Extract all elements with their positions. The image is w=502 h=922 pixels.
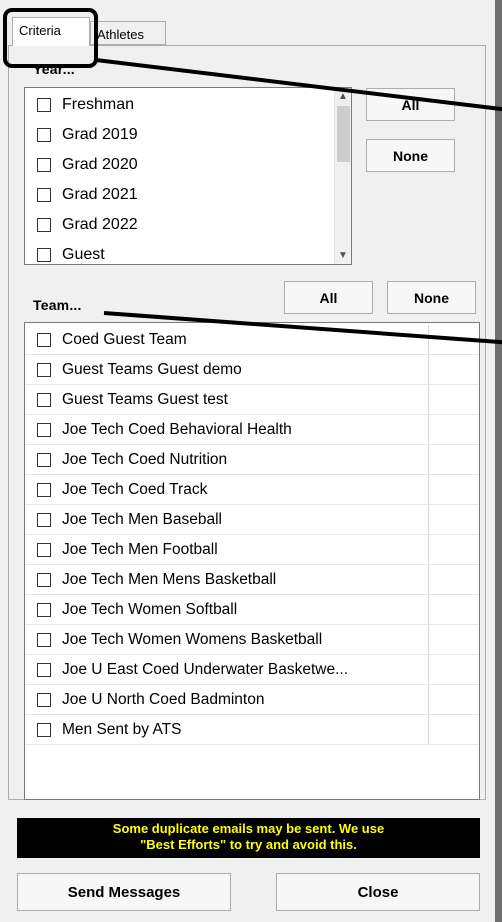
year-item-label: Grad 2019	[62, 126, 138, 143]
column-divider	[428, 535, 429, 564]
year-list-item[interactable]: Grad 2019	[25, 120, 351, 150]
checkbox[interactable]	[37, 188, 51, 202]
column-divider	[428, 715, 429, 744]
team-list-item[interactable]: Guest Teams Guest demo	[25, 355, 479, 385]
team-item-label: Guest Teams Guest test	[62, 390, 228, 408]
checkbox[interactable]	[37, 248, 51, 262]
column-divider	[428, 565, 429, 594]
scroll-down-icon[interactable]: ▼	[335, 247, 351, 264]
checkbox[interactable]	[37, 632, 51, 647]
team-item-label: Joe Tech Coed Nutrition	[62, 450, 228, 468]
team-list-item[interactable]: Coed Guest Team	[25, 325, 479, 355]
team-list-item[interactable]: Joe Tech Men Baseball	[25, 505, 479, 535]
checkbox[interactable]	[37, 722, 51, 737]
year-list-item[interactable]: Grad 2021	[25, 180, 351, 210]
duplicate-email-warning: Some duplicate emails may be sent. We us…	[17, 818, 480, 858]
close-button[interactable]: Close	[276, 873, 480, 911]
team-list-item[interactable]: Joe U North Coed Badminton	[25, 685, 479, 715]
team-item-label: Joe Tech Men Baseball	[62, 510, 222, 528]
team-item-label: Joe U North Coed Badminton	[62, 690, 265, 708]
checkbox[interactable]	[37, 572, 51, 587]
team-item-label: Coed Guest Team	[62, 330, 187, 348]
team-item-label: Joe U East Coed Underwater Basketwe...	[62, 660, 349, 678]
year-list-item[interactable]: Grad 2020	[25, 150, 351, 180]
checkbox[interactable]	[37, 452, 51, 467]
team-list-item[interactable]: Joe Tech Coed Nutrition	[25, 445, 479, 475]
callout-highlight-box	[3, 8, 98, 68]
team-item-label: Joe Tech Coed Track	[62, 480, 208, 498]
team-list-item[interactable]: Joe Tech Coed Behavioral Health	[25, 415, 479, 445]
team-list-item[interactable]: Joe Tech Men Football	[25, 535, 479, 565]
team-list-item[interactable]: Guest Teams Guest test	[25, 385, 479, 415]
tab-athletes-label: Athletes	[97, 27, 144, 42]
team-list-item[interactable]: Joe Tech Men Mens Basketball	[25, 565, 479, 595]
checkbox[interactable]	[37, 512, 51, 527]
column-divider	[428, 385, 429, 414]
warning-line-1: Some duplicate emails may be sent. We us…	[112, 821, 385, 836]
team-item-label: Joe Tech Coed Behavioral Health	[62, 420, 292, 438]
year-scrollbar[interactable]: ▲ ▼	[334, 88, 351, 264]
year-item-label: Grad 2020	[62, 156, 138, 173]
checkbox[interactable]	[37, 158, 51, 172]
warning-line-2: "Best Efforts" to try and avoid this.	[140, 837, 357, 852]
team-list-item[interactable]: Men Sent by ATS	[25, 715, 479, 745]
team-listbox[interactable]: Coed Guest Team Guest Teams Guest demo Gue…	[24, 322, 480, 800]
column-divider	[428, 625, 429, 654]
checkbox[interactable]	[37, 392, 51, 407]
column-divider	[428, 595, 429, 624]
checkbox[interactable]	[37, 218, 51, 232]
column-divider	[428, 355, 429, 384]
year-list-item[interactable]: Guest	[25, 240, 351, 264]
checkbox[interactable]	[37, 662, 51, 677]
team-item-label: Joe Tech Women Softball	[62, 600, 238, 618]
team-item-label: Joe Tech Men Football	[62, 540, 218, 558]
column-divider	[428, 685, 429, 714]
year-item-label: Grad 2022	[62, 216, 138, 233]
team-item-label: Joe Tech Women Womens Basketball	[62, 630, 323, 648]
checkbox[interactable]	[37, 542, 51, 557]
tab-athletes[interactable]: Athletes	[90, 21, 166, 45]
year-item-label: Grad 2021	[62, 186, 138, 203]
team-list-item[interactable]: Joe Tech Women Womens Basketball	[25, 625, 479, 655]
team-item-label: Guest Teams Guest demo	[62, 360, 242, 378]
year-item-label: Guest	[62, 246, 105, 263]
team-item-label: Men Sent by ATS	[62, 720, 182, 738]
year-list-item[interactable]: Freshman	[25, 90, 351, 120]
year-item-label: Freshman	[62, 96, 135, 113]
team-list-item[interactable]: Joe Tech Women Softball	[25, 595, 479, 625]
team-none-button[interactable]: None	[387, 281, 476, 314]
checkbox[interactable]	[37, 332, 51, 347]
send-messages-button[interactable]: Send Messages	[17, 873, 231, 911]
send-messages-window: Athletes Criteria Year... Freshman Grad 2…	[0, 0, 495, 922]
team-item-label: Joe Tech Men Mens Basketball	[62, 570, 277, 588]
year-list-item[interactable]: Grad 2022	[25, 210, 351, 240]
column-divider	[428, 475, 429, 504]
checkbox[interactable]	[37, 422, 51, 437]
checkbox[interactable]	[37, 602, 51, 617]
checkbox[interactable]	[37, 98, 51, 112]
team-all-button[interactable]: All	[284, 281, 373, 314]
column-divider	[428, 415, 429, 444]
team-list-item[interactable]: Joe Tech Coed Track	[25, 475, 479, 505]
checkbox[interactable]	[37, 362, 51, 377]
checkbox[interactable]	[37, 692, 51, 707]
year-listbox[interactable]: Freshman Grad 2019 Grad 2020 Grad 2021 Grad …	[24, 87, 352, 265]
team-group-title: Team...	[33, 297, 82, 313]
team-list-item[interactable]: Joe U East Coed Underwater Basketwe...	[25, 655, 479, 685]
year-none-button[interactable]: None	[366, 139, 455, 172]
column-divider	[428, 505, 429, 534]
column-divider	[428, 655, 429, 684]
checkbox[interactable]	[37, 128, 51, 142]
scroll-thumb[interactable]	[337, 106, 350, 162]
checkbox[interactable]	[37, 482, 51, 497]
column-divider	[428, 445, 429, 474]
column-divider	[428, 325, 429, 354]
